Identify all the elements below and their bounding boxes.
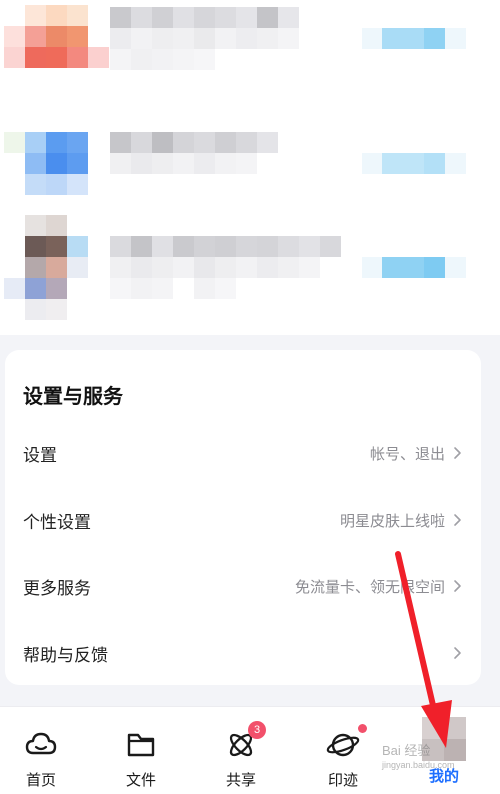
planet-icon — [326, 724, 367, 761]
watermark-line1: Bai 经验 — [382, 743, 431, 758]
tab-footprint-label: 印迹 — [327, 771, 358, 789]
chevron-right-icon — [451, 646, 463, 660]
chevron-right-icon — [451, 579, 463, 593]
more-services-row-label: 更多服务 — [23, 578, 91, 599]
chevron-right-icon — [451, 446, 463, 460]
share-atom-icon: 3 — [224, 721, 266, 761]
watermark-line2: jingyan.baidu.com — [382, 760, 455, 770]
tab-home[interactable]: 首页 — [0, 707, 91, 794]
personalization-row[interactable]: 个性设置 明星皮肤上线啦 — [5, 487, 481, 553]
settings-row[interactable]: 设置 帐号、退出 — [5, 420, 481, 486]
chevron-right-icon — [451, 513, 463, 527]
list-item[interactable] — [0, 112, 500, 195]
personalization-row-label: 个性设置 — [23, 512, 91, 533]
baidu-jingyan-watermark: Bai 经验 jingyan.baidu.com — [382, 744, 455, 772]
list-item[interactable] — [0, 5, 500, 85]
tab-home-label: 首页 — [25, 771, 56, 789]
tab-files[interactable]: 文件 — [91, 707, 191, 794]
share-badge: 3 — [248, 721, 266, 739]
settings-row-value: 帐号、退出 — [369, 444, 445, 463]
tab-share[interactable]: 3 共享 — [191, 707, 291, 794]
tab-share-label: 共享 — [225, 771, 256, 789]
cloud-home-icon — [24, 727, 58, 761]
personalization-row-value: 明星皮肤上线啦 — [339, 511, 445, 530]
folder-icon — [124, 727, 158, 761]
more-services-row[interactable]: 更多服务 免流量卡、领无限空间 — [5, 553, 481, 619]
section-title: 设置与服务 — [23, 384, 123, 408]
help-feedback-row[interactable]: 帮助与反馈 — [5, 620, 481, 686]
help-feedback-row-label: 帮助与反馈 — [23, 645, 108, 666]
settings-row-label: 设置 — [23, 445, 57, 466]
blurred-list-area — [0, 0, 500, 335]
tab-files-label: 文件 — [125, 771, 156, 789]
tab-footprint[interactable]: 印迹 — [293, 707, 393, 794]
list-item[interactable] — [0, 215, 500, 325]
notification-dot — [358, 724, 367, 733]
more-services-row-value: 免流量卡、领无限空间 — [294, 577, 445, 596]
settings-services-card: 设置与服务 设置 帐号、退出 个性设置 明星皮肤上线啦 更多服务 免流量卡、领无… — [5, 350, 481, 685]
